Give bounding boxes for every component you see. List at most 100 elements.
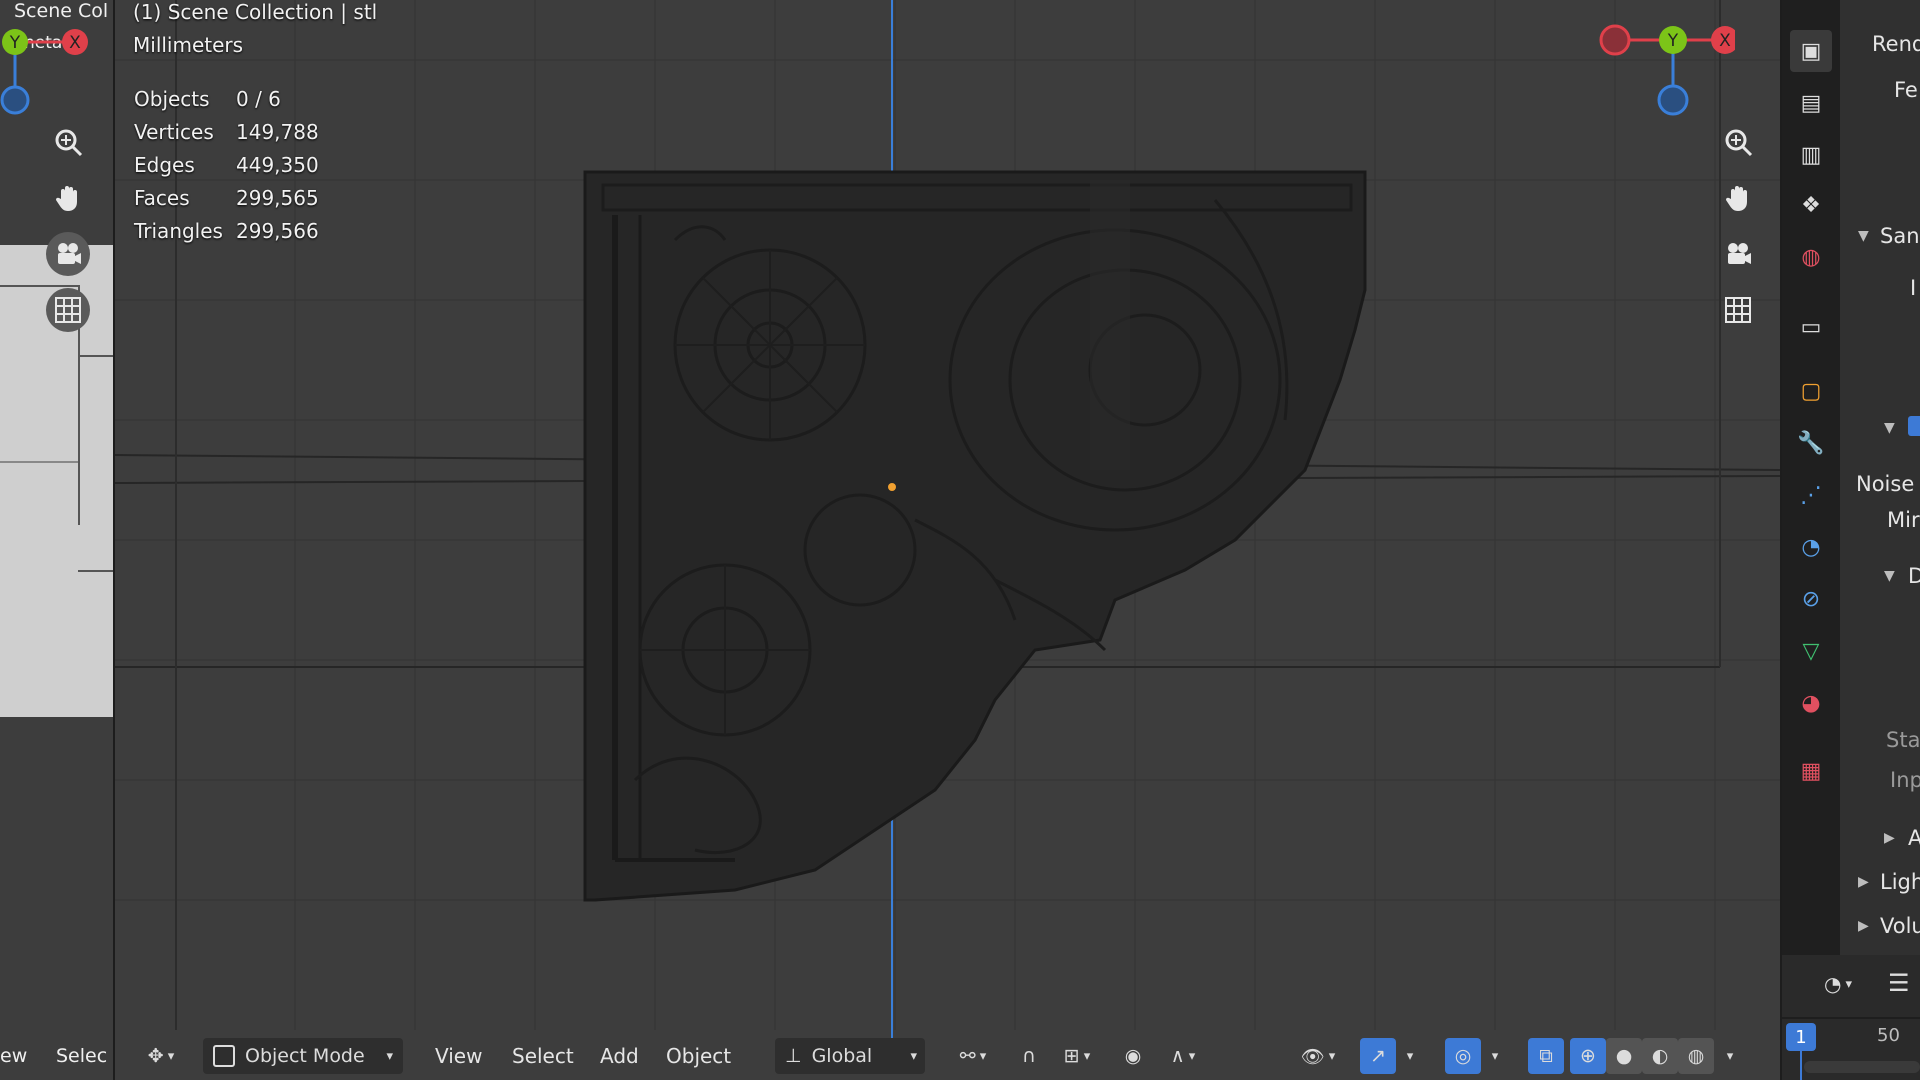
snap-dropdown[interactable]: ⊞ ▾ [1047,1038,1107,1074]
left-collection-label: Scene Col [14,0,109,22]
snap-toggle[interactable]: ∩ [1011,1038,1047,1074]
preview-edge [78,355,113,357]
proportional-edit-toggle[interactable]: ◉ [1115,1038,1151,1074]
chevron-right-icon[interactable]: ▶ [1858,874,1869,890]
tab-object[interactable]: ▢ [1790,370,1832,412]
prop-label: Noise T [1856,472,1920,496]
grid-icon[interactable] [1716,288,1760,332]
shading-dropdown[interactable]: ▾ [1718,1038,1742,1074]
units-label: Millimeters [133,33,244,57]
left-header-select[interactable]: Selec [56,1045,107,1067]
shading-material[interactable]: ◐ [1642,1038,1678,1074]
menu-object[interactable]: Object [666,1040,731,1072]
playhead-line[interactable] [1800,1051,1802,1080]
left-camera-icon[interactable] [46,232,90,276]
left-hand-pan-icon[interactable] [46,176,90,220]
physics-icon: ◔ [1801,534,1821,560]
object-icon: ▢ [1800,378,1822,404]
orientation-label: Global [811,1045,873,1067]
tab-material[interactable]: ◕ [1790,682,1832,724]
mode-dropdown[interactable]: Object Mode ▾ [203,1038,403,1074]
chevron-right-icon[interactable]: ▶ [1858,918,1869,934]
menu-view[interactable]: View [435,1040,482,1072]
left-axis-gizmo[interactable]: X Y [0,20,100,120]
gizmo-icon: ↗ [1370,1045,1386,1067]
prop-section-advanced[interactable]: A [1908,826,1920,850]
shading-wireframe[interactable]: ⊕ [1570,1038,1606,1074]
object-mode-icon [213,1045,235,1067]
left-viewport[interactable]: Scene Col neta X Y ew Selec [0,0,113,1080]
preview-edge [0,461,78,463]
tab-texture[interactable]: ▦ [1790,750,1832,792]
tab-modifiers[interactable]: 🔧 [1790,422,1832,464]
left-grid-icon[interactable] [46,288,90,332]
menu-select[interactable]: Select [512,1040,574,1072]
render-icon: ▤ [1800,90,1822,116]
chevron-down-icon: ▾ [979,1048,987,1064]
svg-text:Y: Y [9,33,21,53]
shading-solid[interactable]: ● [1606,1038,1642,1074]
gizmo-dropdown[interactable]: ▾ [1398,1038,1422,1074]
material-sphere-icon: ◐ [1651,1045,1669,1067]
prop-section-sampling[interactable]: San [1880,224,1920,248]
tab-output[interactable]: ▥ [1790,134,1832,176]
current-frame-indicator[interactable]: 1 [1786,1023,1816,1051]
shading-rendered[interactable]: ◍ [1678,1038,1714,1074]
main-3d-viewport[interactable]: (1) Scene Collection | stl Millimeters O… [115,0,1780,1080]
menu-add[interactable]: Add [600,1040,639,1072]
origin-dot [888,483,896,491]
hand-pan-icon[interactable] [1716,176,1760,220]
stat-value: 299,566 [236,219,319,243]
playback-dropdown[interactable]: ◔ ▾ [1810,967,1866,1001]
snap-icon: ⊞ [1063,1045,1080,1067]
prop-section-denoise[interactable]: D [1908,564,1920,588]
chevron-down-icon[interactable]: ▼ [1884,420,1895,436]
transform-tool-dropdown[interactable]: ✥ ▾ [133,1038,189,1074]
hamburger-menu-icon[interactable]: ☰ [1888,969,1910,997]
visibility-dropdown[interactable]: 👁 ▾ [1290,1038,1346,1074]
prop-section-light-paths[interactable]: Ligh [1880,870,1920,894]
chevron-down-icon: ▾ [1406,1048,1414,1064]
tab-collection[interactable]: ▭ [1790,306,1832,348]
timeline-area[interactable]: ◔ ▾ ☰ 1 50 [1782,955,1920,1080]
chevron-down-icon[interactable]: ▼ [1884,568,1895,584]
clock-icon: ◔ [1824,972,1842,996]
tab-particles[interactable]: ⋰ [1790,474,1832,516]
svg-text:X: X [69,33,81,53]
tool-icon: ▣ [1800,38,1822,64]
falloff-dropdown[interactable]: ∧ ▾ [1155,1038,1211,1074]
axis-gizmo[interactable]: X Y [1595,18,1735,118]
orientation-dropdown[interactable]: ⊥ Global ▾ [775,1038,925,1074]
xray-toggle[interactable]: ⧉ [1528,1038,1564,1074]
frame-tick-label: 50 [1877,1025,1900,1046]
stat-label: Edges [134,153,195,177]
tab-physics[interactable]: ◔ [1790,526,1832,568]
preview-edge [78,570,113,572]
tab-tool[interactable]: ▣ [1790,30,1832,72]
tab-data[interactable]: ▽ [1790,630,1832,672]
left-zoom-icon[interactable] [46,120,90,164]
tab-render[interactable]: ▤ [1790,82,1832,124]
denoise-checkbox[interactable] [1908,416,1920,436]
zoom-icon[interactable] [1716,120,1760,164]
prop-section-volumes[interactable]: Volu [1880,914,1920,938]
pivot-dropdown[interactable]: ⚯ ▾ [945,1038,1001,1074]
chevron-down-icon[interactable]: ▼ [1858,228,1869,244]
properties-tabs: ▣ ▤ ▥ ❖ ◍ ▭ ▢ 🔧 ⋰ ◔ ⊘ ▽ ◕ ▦ [1782,0,1840,1080]
tab-constraints[interactable]: ⊘ [1790,578,1832,620]
tab-view-layer[interactable]: ❖ [1790,184,1832,226]
overlays-toggle[interactable]: ◎ [1445,1038,1481,1074]
overlays-dropdown[interactable]: ▾ [1483,1038,1507,1074]
orientation-icon: ⊥ [785,1045,802,1067]
chevron-right-icon[interactable]: ▶ [1884,830,1895,846]
solid-sphere-icon: ● [1615,1045,1633,1067]
stat-label: Triangles [134,219,223,243]
stat-value: 0 / 6 [236,87,281,111]
stat-label: Vertices [134,120,214,144]
camera-icon[interactable] [1716,232,1760,276]
gizmo-toggle[interactable]: ↗ [1360,1038,1396,1074]
left-header-view[interactable]: ew [0,1045,27,1067]
proportional-edit-icon: ◉ [1124,1045,1142,1067]
tab-scene[interactable]: ◍ [1790,236,1832,278]
timeline-scrollbar[interactable] [1804,1061,1920,1073]
